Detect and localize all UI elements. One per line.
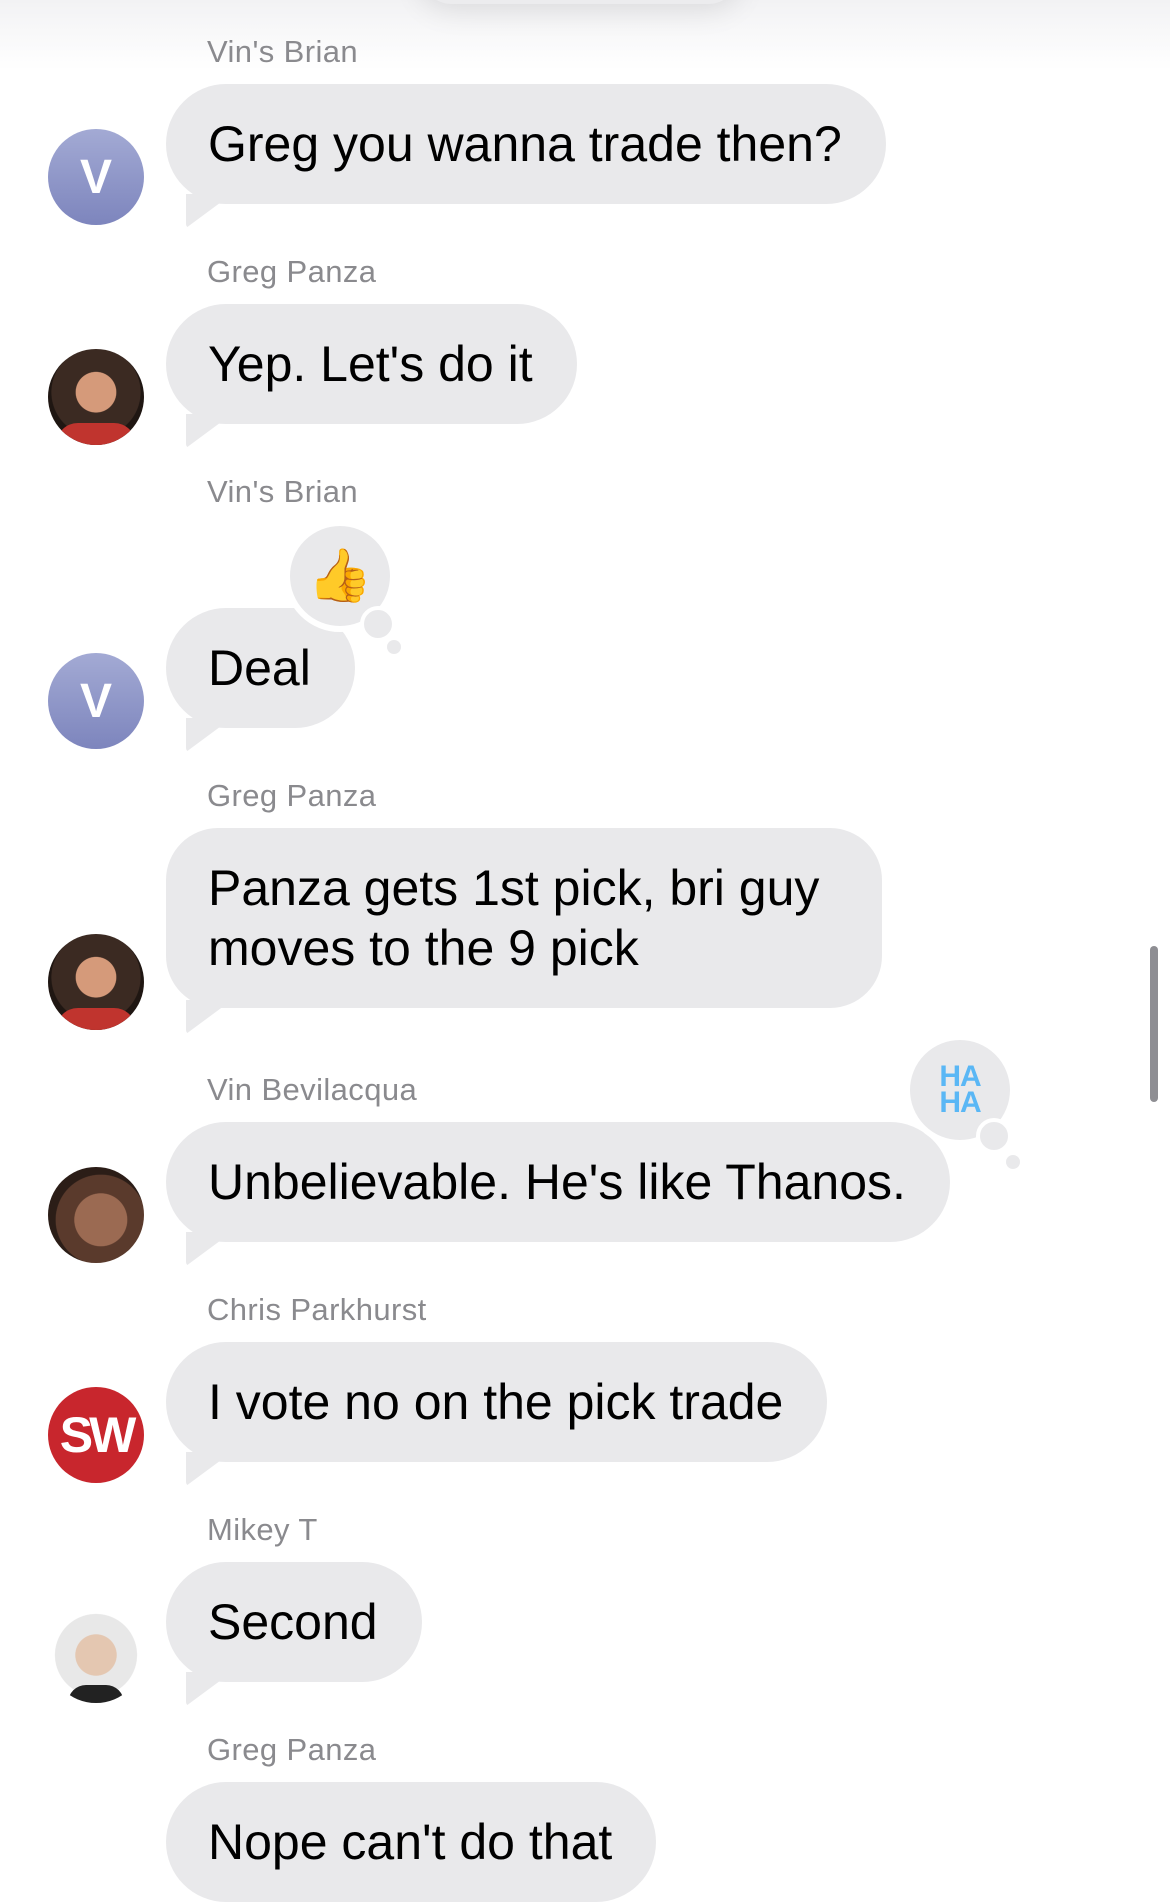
bubble-tail — [186, 1672, 232, 1706]
thumbs-up-icon: 👍 — [307, 547, 373, 605]
previous-message-edge — [420, 0, 740, 4]
bubble-tail — [186, 718, 232, 752]
message-bubble[interactable]: Panza gets 1st pick, bri guy moves to th… — [166, 828, 882, 1008]
avatar[interactable]: SW — [48, 1387, 144, 1483]
top-fade — [0, 0, 1170, 70]
avatar[interactable] — [48, 349, 144, 445]
bubble-tail — [186, 1000, 232, 1034]
bubble-tail — [186, 1232, 232, 1266]
sender-name: Greg Panza — [207, 254, 377, 289]
sender-name: Mikey T — [207, 1512, 318, 1547]
message-bubble[interactable]: Yep. Let's do it — [166, 304, 577, 424]
sender-name: Greg Panza — [207, 778, 377, 813]
haha-icon: HA HA — [939, 1060, 981, 1119]
message-bubble[interactable]: Greg you wanna trade then? — [166, 84, 886, 204]
avatar[interactable] — [48, 934, 144, 1030]
message-bubble[interactable]: Nope can't do that — [166, 1782, 657, 1902]
message-bubble[interactable]: I vote no on the pick trade — [166, 1342, 828, 1462]
scrollbar[interactable] — [1150, 946, 1158, 1102]
avatar[interactable]: V — [48, 129, 144, 225]
reaction-dot — [360, 606, 396, 642]
sender-name: Greg Panza — [207, 1732, 377, 1767]
bubble-tail — [186, 1452, 232, 1486]
message-bubble[interactable]: Second — [166, 1562, 422, 1682]
reaction-dot — [976, 1118, 1012, 1154]
sender-name: Chris Parkhurst — [207, 1292, 427, 1327]
reaction-dot — [387, 640, 401, 654]
sender-name: Vin's Brian — [207, 34, 359, 69]
sender-name: Vin Bevilacqua — [207, 1072, 418, 1107]
avatar[interactable] — [48, 1607, 144, 1703]
sender-name: Vin's Brian — [207, 474, 359, 509]
avatar[interactable] — [48, 1167, 144, 1263]
reaction-dot — [1006, 1155, 1020, 1169]
avatar[interactable]: V — [48, 653, 144, 749]
message-bubble[interactable]: Unbelievable. He's like Thanos. — [166, 1122, 950, 1242]
